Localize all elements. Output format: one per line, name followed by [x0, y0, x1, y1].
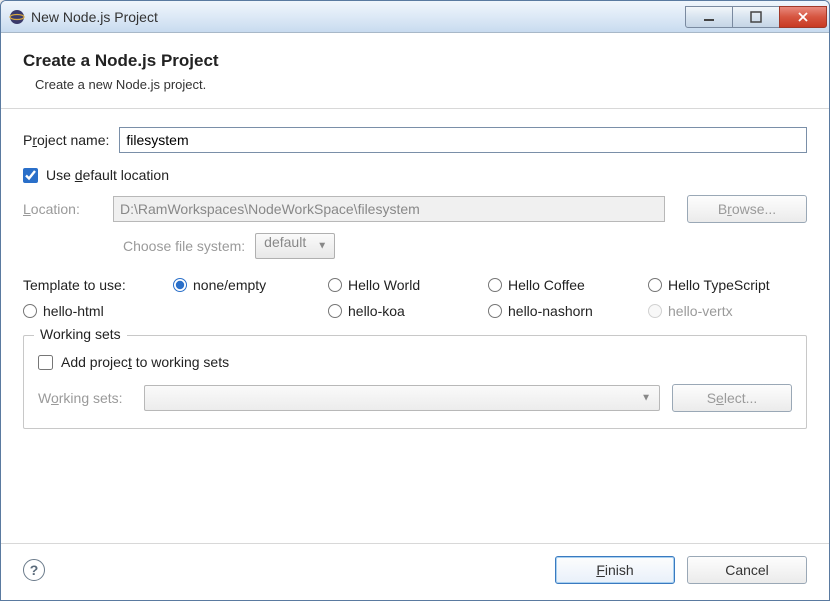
working-sets-legend: Working sets [34, 326, 127, 342]
project-name-row: Project name: [23, 127, 807, 153]
add-to-working-sets-row: Add project to working sets [38, 354, 792, 370]
maximize-button[interactable] [732, 6, 780, 28]
browse-button: Browse... [687, 195, 807, 223]
template-option-none[interactable]: none/empty [173, 277, 328, 293]
dialog-subtitle: Create a new Node.js project. [23, 77, 807, 92]
dialog-header: Create a Node.js Project Create a new No… [1, 33, 829, 109]
template-option-hello-html[interactable]: hello-html [23, 303, 328, 319]
dialog-content: Project name: Use default location Locat… [1, 109, 829, 543]
project-name-input[interactable] [119, 127, 807, 153]
window-title: New Node.js Project [31, 9, 686, 25]
cancel-button[interactable]: Cancel [687, 556, 807, 584]
location-label: Location: [23, 201, 103, 217]
working-sets-select: ▼ [144, 385, 660, 411]
location-row: Location: Browse... [23, 195, 807, 223]
titlebar: New Node.js Project [1, 1, 829, 33]
working-sets-row: Working sets: ▼ Select... [38, 384, 792, 412]
location-input [113, 196, 665, 222]
file-system-row: Choose file system: default ▼ [123, 233, 807, 259]
add-to-working-sets-label: Add project to working sets [61, 354, 229, 370]
close-button[interactable] [779, 6, 827, 28]
use-default-location-label: Use default location [46, 167, 169, 183]
finish-button[interactable]: Finish [555, 556, 675, 584]
use-default-location-row: Use default location [23, 167, 807, 183]
use-default-location-checkbox[interactable] [23, 168, 38, 183]
eclipse-icon [9, 9, 25, 25]
template-option-hello-typescript[interactable]: Hello TypeScript [648, 277, 807, 293]
help-icon[interactable]: ? [23, 559, 45, 581]
template-section: Template to use: none/empty Hello World … [23, 277, 807, 319]
dialog-footer: ? Finish Cancel [1, 543, 829, 600]
project-name-label: Project name: [23, 132, 109, 148]
template-option-hello-coffee[interactable]: Hello Coffee [488, 277, 648, 293]
working-sets-label: Working sets: [38, 390, 144, 406]
chevron-down-icon: ▼ [641, 393, 651, 404]
dialog-title: Create a Node.js Project [23, 51, 807, 71]
template-option-hello-koa[interactable]: hello-koa [328, 303, 488, 319]
working-sets-group: Working sets Add project to working sets… [23, 335, 807, 429]
template-label: Template to use: [23, 277, 173, 293]
select-working-sets-button: Select... [672, 384, 792, 412]
add-to-working-sets-checkbox[interactable] [38, 355, 53, 370]
minimize-button[interactable] [685, 6, 733, 28]
dialog-window: New Node.js Project Create a Node.js Pro… [0, 0, 830, 601]
template-option-hello-world[interactable]: Hello World [328, 277, 488, 293]
window-controls [686, 6, 827, 28]
template-option-hello-vertx: hello-vertx [648, 303, 807, 319]
file-system-select: default ▼ [255, 233, 335, 259]
file-system-label: Choose file system: [123, 238, 245, 254]
template-option-hello-nashorn[interactable]: hello-nashorn [488, 303, 648, 319]
